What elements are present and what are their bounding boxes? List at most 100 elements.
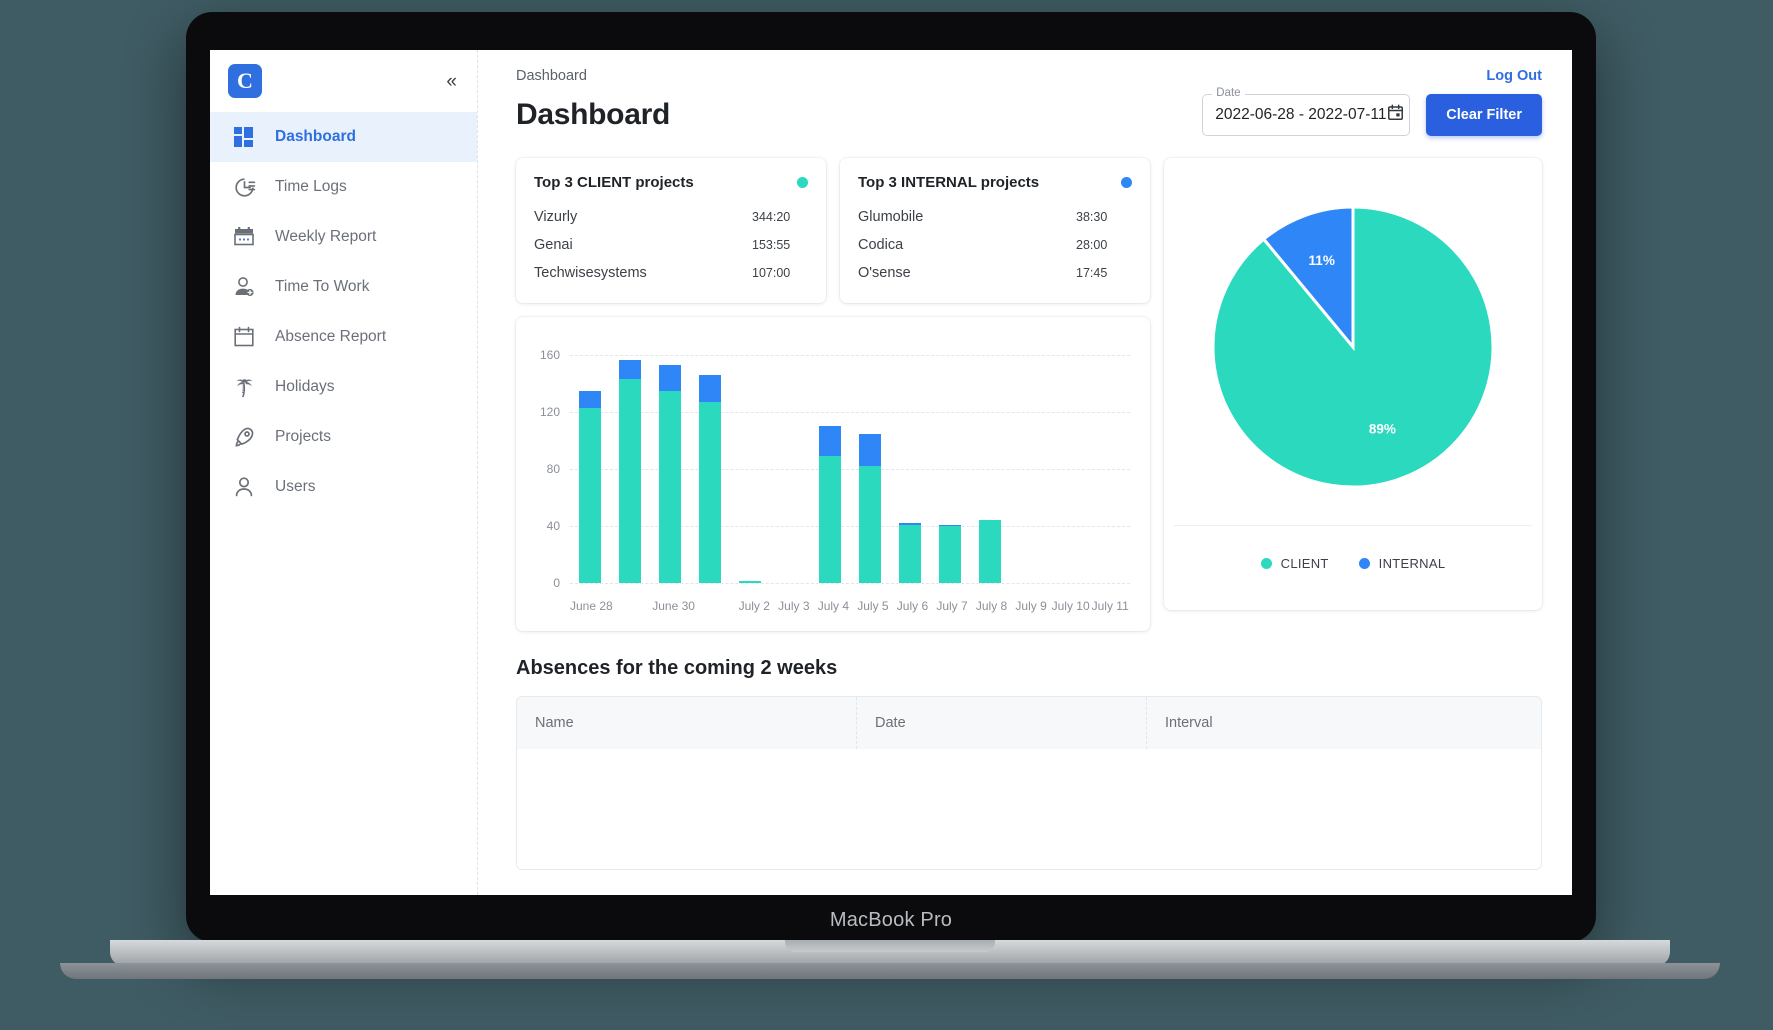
bar-column[interactable] <box>1050 341 1090 583</box>
bar-stack[interactable] <box>619 341 641 583</box>
legend-item-internal[interactable]: INTERNAL <box>1358 556 1446 571</box>
logout-link[interactable]: Log Out <box>1486 68 1542 84</box>
bar-column[interactable] <box>890 341 930 583</box>
bar-segment-internal[interactable] <box>699 375 721 403</box>
bar-segment-client[interactable] <box>579 407 601 583</box>
bar-stack[interactable] <box>979 341 1001 583</box>
main-content: Dashboard Log Out Dashboard Date 2022-06… <box>478 50 1572 895</box>
sidebar-item-label: Time Logs <box>275 178 347 195</box>
top-client-projects-card: Top 3 CLIENT projects Vizurly 344:20 Gen… <box>516 158 826 303</box>
sidebar: C « Dashboard Time Logs Weekly Report Ti… <box>210 50 478 895</box>
sidebar-header: C « <box>210 50 477 112</box>
device-label: MacBook Pro <box>829 909 953 931</box>
sidebar-item-users[interactable]: Users <box>210 462 477 512</box>
title-row: Dashboard Date 2022-06-28 - 2022-07-11 C… <box>516 87 1542 136</box>
bar-segment-client[interactable] <box>979 520 1001 583</box>
top-projects-cards: Top 3 CLIENT projects Vizurly 344:20 Gen… <box>516 158 1150 303</box>
bar-column[interactable] <box>730 341 770 583</box>
bar-segment-client[interactable] <box>819 456 841 583</box>
bar-segment-client[interactable] <box>899 524 921 583</box>
bar-chart: June 28 June 30 July 2 July 3 July 4 July 5 Ju… <box>526 331 1136 623</box>
y-axis-tick-label: 0 <box>553 576 560 590</box>
column-header-interval[interactable]: Interval <box>1147 697 1541 749</box>
bar-column[interactable] <box>970 341 1010 583</box>
sidebar-item-weekly-report[interactable]: Weekly Report <box>210 212 477 262</box>
laptop-frame: C « Dashboard Time Logs Weekly Report Ti… <box>186 12 1596 942</box>
bar-stack[interactable] <box>1059 341 1081 583</box>
date-field-legend: Date <box>1212 87 1245 99</box>
bar-stack[interactable] <box>819 341 841 583</box>
sidebar-item-projects[interactable]: Projects <box>210 412 477 462</box>
bar-column[interactable] <box>690 341 730 583</box>
bar-stack[interactable] <box>859 341 881 583</box>
bar-column[interactable] <box>570 341 610 583</box>
bar-segment-client[interactable] <box>939 526 961 583</box>
pie-chart-legend: CLIENT INTERNAL <box>1174 526 1532 600</box>
x-axis-tick-label <box>695 599 735 613</box>
bar-stack[interactable] <box>659 341 681 583</box>
project-hours: 153:55 <box>752 238 791 252</box>
x-axis-tick-label: June 30 <box>652 599 695 613</box>
bar-stack[interactable] <box>1099 341 1121 583</box>
bar-stack[interactable] <box>779 341 801 583</box>
sidebar-item-label: Weekly Report <box>275 228 377 245</box>
bar-segment-internal[interactable] <box>619 359 641 380</box>
app-root: C « Dashboard Time Logs Weekly Report Ti… <box>210 50 1572 895</box>
sidebar-item-absence-report[interactable]: Absence Report <box>210 312 477 362</box>
bar-column[interactable] <box>810 341 850 583</box>
app-logo[interactable]: C <box>228 64 262 98</box>
top-line: Dashboard Log Out <box>516 68 1542 84</box>
calendar-icon[interactable] <box>1386 103 1405 127</box>
bar-segment-client[interactable] <box>619 379 641 583</box>
bar-segment-internal[interactable] <box>579 390 601 408</box>
x-axis-tick-label: July 5 <box>857 599 889 613</box>
y-axis-tick-label: 40 <box>546 519 560 534</box>
clear-filter-button[interactable]: Clear Filter <box>1426 94 1542 136</box>
sidebar-item-time-to-work[interactable]: Time To Work <box>210 262 477 312</box>
sidebar-item-time-logs[interactable]: Time Logs <box>210 162 477 212</box>
bar-stack[interactable] <box>899 341 921 583</box>
grid-tiles-icon <box>230 123 258 151</box>
date-range-value: 2022-06-28 - 2022-07-11 <box>1215 106 1387 123</box>
x-axis-tick-label: July 3 <box>778 599 810 613</box>
date-range-input[interactable]: Date 2022-06-28 - 2022-07-11 <box>1202 87 1411 136</box>
project-name: Glumobile <box>858 209 924 225</box>
legend-item-client[interactable]: CLIENT <box>1260 556 1329 571</box>
bar-segment-client[interactable] <box>659 390 681 583</box>
bar-stack[interactable] <box>579 341 601 583</box>
bar-segment-client[interactable] <box>859 466 881 583</box>
bar-chart-bars <box>570 341 1130 583</box>
bar-segment-internal[interactable] <box>859 433 881 467</box>
bar-column[interactable] <box>850 341 890 583</box>
bar-stack[interactable] <box>1019 341 1041 583</box>
bar-segment-client[interactable] <box>699 402 721 583</box>
gridline <box>570 583 1130 584</box>
sidebar-item-label: Holidays <box>275 378 335 395</box>
bar-segment-client[interactable] <box>739 581 761 583</box>
bar-stack[interactable] <box>699 341 721 583</box>
sidebar-item-label: Dashboard <box>275 128 356 145</box>
list-item: Techwisesystems 107:00 <box>534 259 808 287</box>
bar-stack[interactable] <box>739 341 761 583</box>
bar-column[interactable] <box>610 341 650 583</box>
table-body <box>517 749 1541 869</box>
bar-column[interactable] <box>650 341 690 583</box>
bar-column[interactable] <box>770 341 810 583</box>
chevrons-left-icon[interactable]: « <box>446 72 456 91</box>
column-header-date[interactable]: Date <box>857 697 1147 749</box>
sidebar-item-dashboard[interactable]: Dashboard <box>210 112 477 162</box>
bar-segment-internal[interactable] <box>659 365 681 391</box>
bar-column[interactable] <box>930 341 970 583</box>
legend-swatch <box>1260 557 1272 569</box>
bar-segment-internal[interactable] <box>819 426 841 457</box>
user-add-icon <box>230 273 258 301</box>
project-name: Techwisesystems <box>534 265 647 281</box>
bar-column[interactable] <box>1010 341 1050 583</box>
page-title: Dashboard <box>516 98 670 131</box>
column-header-name[interactable]: Name <box>517 697 857 749</box>
sidebar-item-holidays[interactable]: Holidays <box>210 362 477 412</box>
bar-stack[interactable] <box>939 341 961 583</box>
bar-chart-plot-area <box>570 341 1130 584</box>
bar-column[interactable] <box>1090 341 1130 583</box>
project-hours: 17:45 <box>1076 266 1108 280</box>
